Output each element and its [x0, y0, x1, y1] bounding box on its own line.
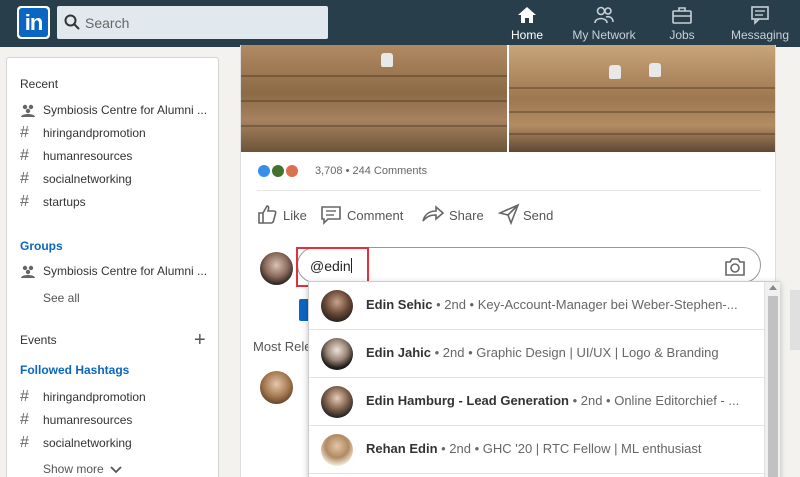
- see-all-link[interactable]: See all: [43, 291, 80, 305]
- chevron-down-icon: [110, 466, 122, 474]
- recent-item-hashtag[interactable]: # startups: [20, 194, 215, 214]
- linkedin-logo[interactable]: in: [17, 6, 50, 39]
- like-button[interactable]: Like: [256, 203, 316, 227]
- hashtag-icon: #: [20, 125, 29, 141]
- network-icon: [594, 6, 614, 24]
- recent-item-hashtag[interactable]: # hiringandpromotion: [20, 125, 215, 145]
- commenter-avatar[interactable]: [260, 371, 293, 404]
- avatar: [321, 386, 353, 418]
- avatar: [321, 338, 353, 370]
- hashtag-icon: #: [20, 435, 29, 451]
- current-user-avatar: [260, 252, 293, 285]
- group-item[interactable]: Symbiosis Centre for Alumni ...: [20, 263, 215, 283]
- like-reaction-icon: [257, 164, 271, 178]
- recent-title: Recent: [20, 77, 59, 91]
- share-button[interactable]: Share: [421, 203, 485, 227]
- love-reaction-icon: [285, 164, 299, 178]
- followed-item-hashtag[interactable]: # socialnetworking: [20, 435, 215, 455]
- events-title: Events: [20, 333, 57, 347]
- celebrate-reaction-icon: [271, 164, 285, 178]
- followed-item-hashtag[interactable]: # humanresources: [20, 412, 215, 432]
- followed-item-hashtag[interactable]: # hiringandpromotion: [20, 389, 215, 409]
- nav-jobs[interactable]: Jobs: [655, 0, 709, 47]
- hashtag-icon: #: [20, 171, 29, 187]
- mention-suggestions-dropdown: Edin Sehic • 2nd • Key-Account-Manager b…: [308, 281, 780, 477]
- groups-title[interactable]: Groups: [20, 239, 63, 253]
- hashtag-icon: #: [20, 194, 29, 210]
- dropdown-scrollbar[interactable]: [764, 282, 780, 477]
- recent-item-group[interactable]: Symbiosis Centre for Alumni ...: [20, 102, 215, 122]
- nav-messaging[interactable]: Messaging: [727, 0, 793, 47]
- nav-my-network[interactable]: My Network: [566, 0, 642, 47]
- group-icon: [20, 102, 36, 122]
- comment-icon: [321, 206, 341, 225]
- reactions-count[interactable]: 3,708 • 244 Comments: [315, 165, 427, 177]
- group-icon: [20, 263, 36, 283]
- mention-suggestion[interactable]: Edin Hamburg - Lead Generation • 2nd • O…: [309, 378, 764, 426]
- search-icon: [64, 14, 80, 30]
- reactions-summary[interactable]: 3,708 • 244 Comments: [257, 164, 457, 180]
- post-divider: [257, 190, 761, 191]
- avatar: [321, 290, 353, 322]
- search-bar[interactable]: [57, 6, 328, 39]
- briefcase-icon: [672, 7, 692, 24]
- post-image-right[interactable]: [509, 45, 775, 152]
- messaging-icon: [751, 6, 769, 25]
- thumbs-up-icon: [258, 205, 277, 224]
- hashtag-icon: #: [20, 412, 29, 428]
- mention-suggestion[interactable]: Rehan Edin • 2nd • GHC '20 | RTC Fellow …: [309, 426, 764, 474]
- followed-hashtags-title[interactable]: Followed Hashtags: [20, 363, 129, 377]
- scroll-up-icon[interactable]: [769, 285, 777, 290]
- mention-suggestion[interactable]: Edin Sehic • 2nd • Key-Account-Manager b…: [309, 282, 764, 330]
- add-event-icon[interactable]: +: [194, 330, 206, 350]
- hashtag-icon: #: [20, 148, 29, 164]
- show-more-link[interactable]: Show more: [43, 462, 122, 476]
- home-icon: [518, 7, 536, 23]
- hashtag-icon: #: [20, 389, 29, 405]
- post-image-left[interactable]: [241, 45, 507, 152]
- sort-most-relevant[interactable]: Most Rele: [253, 339, 312, 354]
- mention-suggestion[interactable]: Edin Jahic • 2nd • Graphic Design | UI/U…: [309, 330, 764, 378]
- recent-item-hashtag[interactable]: # socialnetworking: [20, 171, 215, 191]
- left-sidebar: Recent Symbiosis Centre for Alumni ... #…: [7, 58, 218, 477]
- send-icon: [498, 203, 520, 225]
- share-icon: [422, 205, 445, 222]
- scrollbar-thumb[interactable]: [768, 296, 778, 477]
- comment-button[interactable]: Comment: [320, 203, 412, 227]
- avatar: [321, 434, 353, 466]
- top-nav: in Home My Network Jobs Messaging: [0, 0, 800, 47]
- send-button[interactable]: Send: [498, 203, 558, 227]
- nav-home[interactable]: Home: [489, 0, 565, 47]
- recent-item-hashtag[interactable]: # humanresources: [20, 148, 215, 168]
- right-rail-edge: [790, 290, 800, 350]
- camera-icon[interactable]: [724, 258, 746, 276]
- search-input[interactable]: [85, 6, 321, 39]
